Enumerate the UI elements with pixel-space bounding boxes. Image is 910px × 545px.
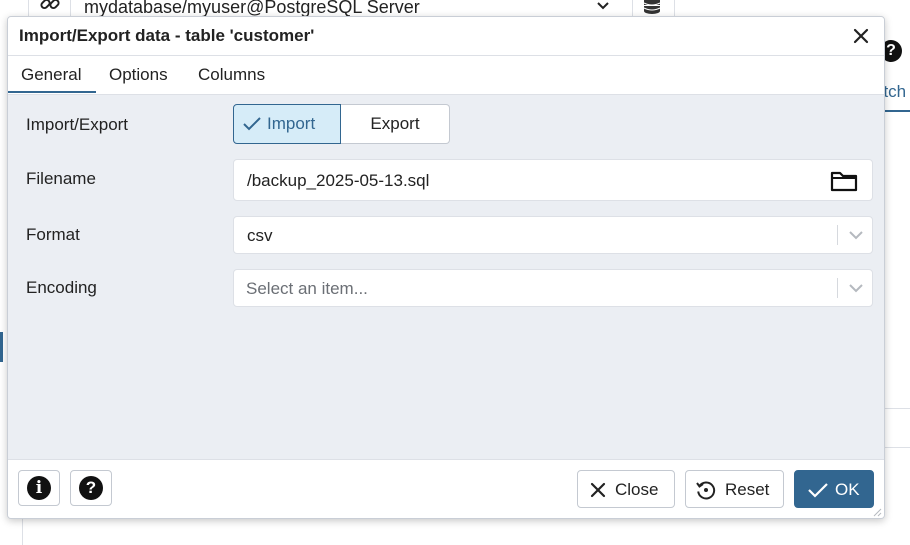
ok-button-label: OK (835, 480, 860, 499)
info-button[interactable]: i (18, 470, 60, 506)
filename-input[interactable]: /backup_2025-05-13.sql (233, 159, 873, 201)
folder-icon[interactable] (830, 170, 858, 192)
dialog-header[interactable]: Import/Export data - table 'customer' (8, 17, 884, 56)
encoding-select[interactable]: Select an item... (233, 269, 873, 307)
encoding-placeholder: Select an item... (246, 279, 368, 298)
check-icon (243, 117, 261, 131)
dialog-footer: i ? Close Reset OK (8, 459, 884, 518)
resize-grip-icon[interactable] (872, 507, 882, 517)
close-icon[interactable] (852, 27, 870, 45)
chevron-down-icon[interactable] (848, 282, 864, 294)
format-select[interactable]: csv (233, 216, 873, 254)
close-icon (590, 482, 606, 498)
background-sidebar-accent (0, 332, 3, 362)
reset-button-label: Reset (725, 480, 770, 499)
question-circle-icon: ? (79, 476, 103, 500)
dialog-title: Import/Export data - table 'customer' (19, 26, 315, 45)
background-tab-underline (884, 110, 910, 112)
reset-button[interactable]: Reset (685, 470, 784, 508)
chevron-down-icon[interactable] (596, 1, 610, 11)
background-divider (884, 408, 910, 409)
tab-columns[interactable]: Columns (198, 65, 265, 85)
active-tab-indicator (8, 91, 96, 93)
background-divider (22, 518, 23, 545)
background-divider (884, 447, 910, 448)
tab-options[interactable]: Options (109, 65, 168, 85)
select-separator (837, 225, 838, 245)
export-toggle-button[interactable]: Export (341, 104, 450, 144)
close-button[interactable]: Close (577, 470, 675, 508)
close-button-label: Close (615, 480, 659, 499)
format-value: csv (247, 226, 273, 245)
chevron-down-icon[interactable] (848, 229, 864, 241)
import-export-label: Import/Export (26, 115, 129, 134)
import-export-dialog: Import/Export data - table 'customer' Ge… (7, 16, 885, 519)
dialog-tabs: General Options Columns (8, 56, 884, 95)
info-icon: i (27, 476, 51, 500)
import-toggle-button[interactable]: Import (233, 104, 341, 144)
filename-label: Filename (26, 169, 96, 188)
select-separator (837, 278, 838, 298)
import-label: Import (267, 114, 316, 133)
check-icon (808, 483, 828, 498)
export-label: Export (370, 114, 420, 133)
tab-general[interactable]: General (21, 65, 81, 85)
format-label: Format (26, 225, 80, 244)
encoding-label: Encoding (26, 278, 97, 297)
help-button[interactable]: ? (70, 470, 112, 506)
toolbar-divider (70, 0, 71, 16)
ok-button[interactable]: OK (794, 470, 874, 508)
database-icon (643, 0, 661, 14)
reset-icon (696, 481, 716, 500)
link-icon[interactable] (38, 0, 62, 16)
filename-value: /backup_2025-05-13.sql (247, 171, 430, 190)
